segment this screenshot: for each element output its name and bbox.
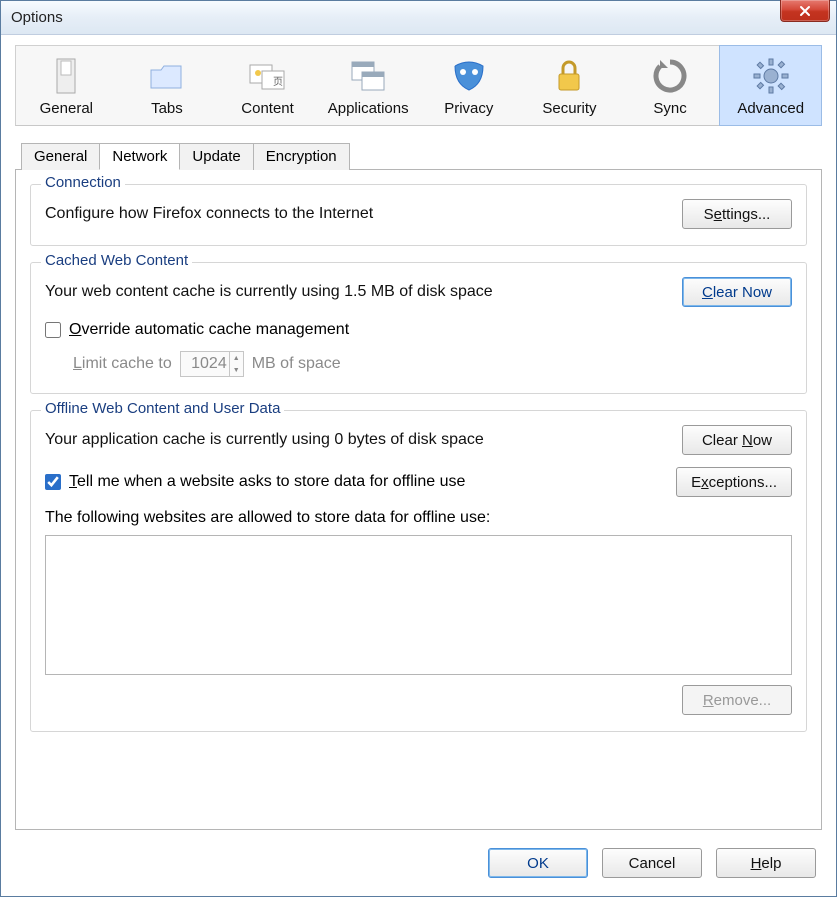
toolbar-item-security[interactable]: Security xyxy=(519,46,620,125)
limit-cache-row: Limit cache to 1024 ▲▼ MB of space xyxy=(73,351,792,377)
titlebar: Options xyxy=(1,1,836,35)
cache-limit-spinner[interactable]: 1024 ▲▼ xyxy=(180,351,244,377)
toolbar-item-content[interactable]: 页 Content xyxy=(217,46,318,125)
toolbar-item-sync[interactable]: Sync xyxy=(620,46,721,125)
offline-list-label: The following websites are allowed to st… xyxy=(45,509,792,527)
cache-limit-value: 1024 xyxy=(191,355,227,373)
subtab-network[interactable]: Network xyxy=(99,143,180,170)
connection-text: Configure how Firefox connects to the In… xyxy=(45,205,373,223)
subtab-general[interactable]: General xyxy=(21,143,100,170)
toolbar-label: Applications xyxy=(318,100,419,117)
sync-icon xyxy=(650,56,690,96)
clear-cache-button[interactable]: Clear Now xyxy=(682,277,792,307)
help-button[interactable]: Help xyxy=(716,848,816,878)
toolbar-label: General xyxy=(16,100,117,117)
exceptions-button[interactable]: Exceptions... xyxy=(676,467,792,497)
close-button[interactable] xyxy=(780,0,830,22)
gear-icon xyxy=(751,56,791,96)
connection-group: Connection Configure how Firefox connect… xyxy=(30,184,807,246)
folder-icon xyxy=(147,56,187,96)
mask-icon xyxy=(449,56,489,96)
toolbar-item-general[interactable]: General xyxy=(16,46,117,125)
lock-icon xyxy=(549,56,589,96)
limit-label-post: MB of space xyxy=(252,355,341,373)
cache-group: Cached Web Content Your web content cach… xyxy=(30,262,807,394)
toolbar-label: Tabs xyxy=(117,100,218,117)
settings-button[interactable]: Settings... xyxy=(682,199,792,229)
tell-offline-label[interactable]: Tell me when a website asks to store dat… xyxy=(69,473,465,491)
toolbar-label: Content xyxy=(217,100,318,117)
override-cache-checkbox[interactable] xyxy=(45,322,61,338)
toolbar-item-advanced[interactable]: Advanced xyxy=(719,45,822,126)
toolbar-item-privacy[interactable]: Privacy xyxy=(419,46,520,125)
content-area: General Tabs 页 Content Applications xyxy=(1,35,836,896)
category-toolbar: General Tabs 页 Content Applications xyxy=(15,45,822,126)
group-legend: Cached Web Content xyxy=(41,252,192,269)
window-title: Options xyxy=(11,9,63,26)
toolbar-label: Privacy xyxy=(419,100,520,117)
cache-status-text: Your web content cache is currently usin… xyxy=(45,283,493,301)
toolbar-label: Security xyxy=(519,100,620,117)
tell-offline-checkbox[interactable] xyxy=(45,474,61,490)
pictures-icon: 页 xyxy=(248,56,288,96)
cancel-button[interactable]: Cancel xyxy=(602,848,702,878)
subtab-bar: General Network Update Encryption xyxy=(15,142,822,169)
spinner-arrows[interactable]: ▲▼ xyxy=(229,352,243,376)
remove-button: Remove... xyxy=(682,685,792,715)
limit-label-pre: Limit cache to xyxy=(73,355,172,373)
override-cache-label[interactable]: Override automatic cache management xyxy=(69,321,349,339)
svg-text:页: 页 xyxy=(273,76,283,88)
offline-sites-listbox[interactable] xyxy=(45,535,792,675)
network-panel: Connection Configure how Firefox connect… xyxy=(15,169,822,830)
dialog-footer: OK Cancel Help xyxy=(15,830,822,882)
toolbar-label: Sync xyxy=(620,100,721,117)
offline-group: Offline Web Content and User Data Your a… xyxy=(30,410,807,732)
close-icon xyxy=(799,5,811,17)
offline-status-text: Your application cache is currently usin… xyxy=(45,431,484,449)
options-window: Options General Tabs 页 xyxy=(0,0,837,897)
clear-offline-button[interactable]: Clear Now xyxy=(682,425,792,455)
toolbar-item-applications[interactable]: Applications xyxy=(318,46,419,125)
subtab-encryption[interactable]: Encryption xyxy=(253,143,350,170)
group-legend: Connection xyxy=(41,174,125,191)
switch-icon xyxy=(46,56,86,96)
windows-icon xyxy=(348,56,388,96)
ok-button[interactable]: OK xyxy=(488,848,588,878)
toolbar-item-tabs[interactable]: Tabs xyxy=(117,46,218,125)
group-legend: Offline Web Content and User Data xyxy=(41,400,284,417)
subtab-update[interactable]: Update xyxy=(179,143,253,170)
toolbar-label: Advanced xyxy=(720,100,821,117)
